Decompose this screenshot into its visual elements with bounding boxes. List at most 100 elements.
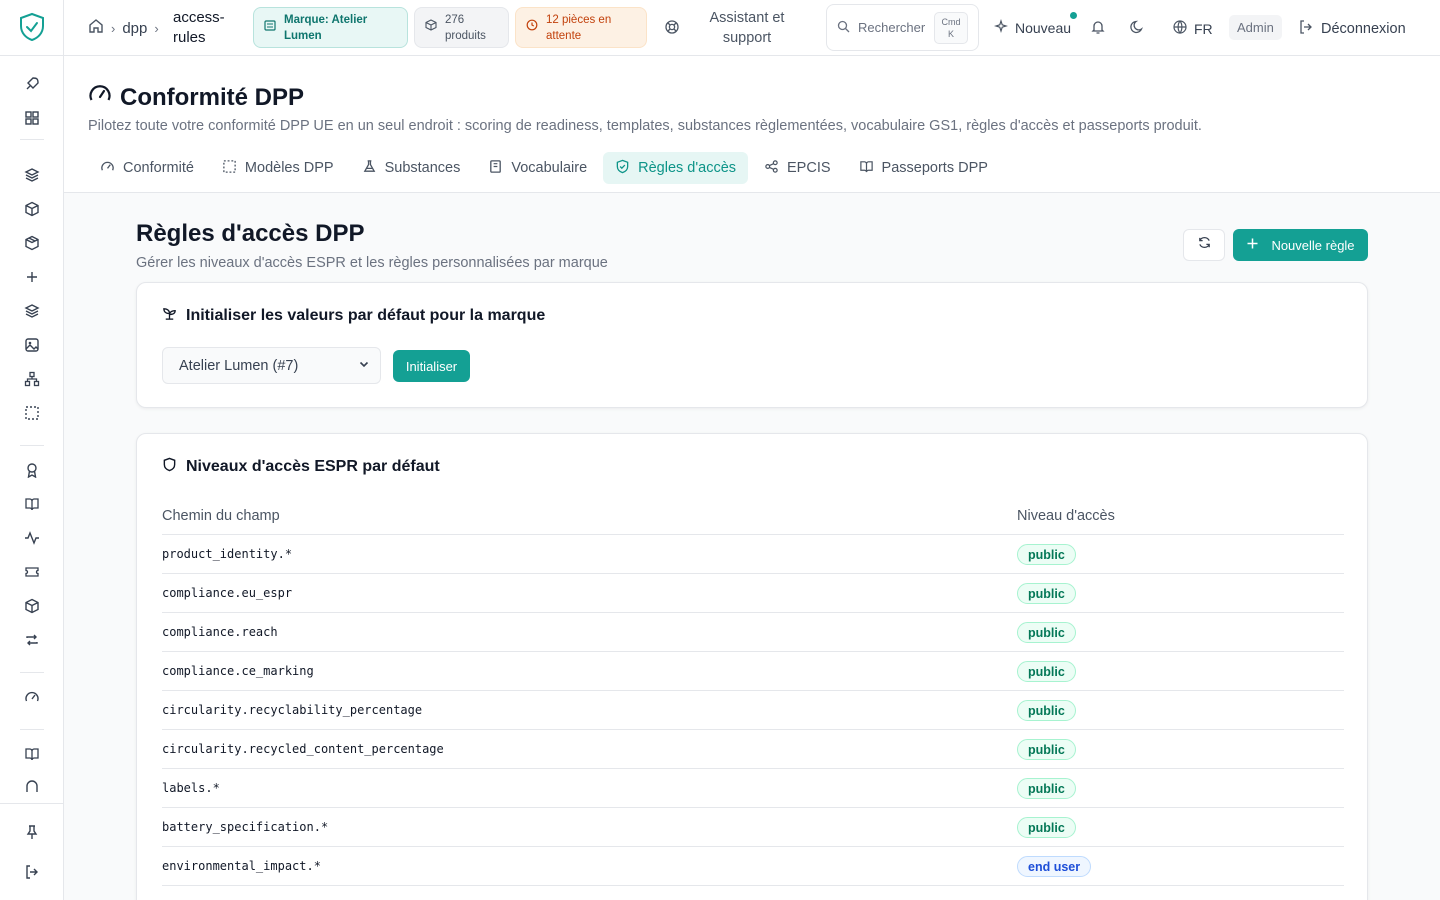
tab-substances[interactable]: Substances <box>350 152 473 184</box>
globe-icon <box>1172 19 1188 38</box>
tab-modeles[interactable]: Modèles DPP <box>210 152 346 184</box>
access-level-badge: public <box>1017 817 1076 838</box>
keyboard-shortcut: Cmd K <box>934 11 968 44</box>
breadcrumb-current-line: access- <box>173 9 225 26</box>
access-level-badge: public <box>1017 583 1076 604</box>
tab-epcis[interactable]: EPCIS <box>752 152 843 184</box>
field-path: circularity.recycled_content_percentage <box>162 742 444 756</box>
init-card-title-text: Initialiser les valeurs par défaut pour … <box>186 307 546 324</box>
page-header: Conformité DPP Pilotez toute votre confo… <box>64 56 1440 193</box>
page-title: Conformité DPP <box>88 82 304 113</box>
cube-icon[interactable] <box>22 596 42 616</box>
pending-chip[interactable]: 12 pièces en attente <box>515 7 647 48</box>
tab-passeports[interactable]: Passeports DPP <box>847 152 1000 184</box>
brand-select-value: Atelier Lumen (#7) <box>179 357 299 374</box>
clock-icon <box>526 19 538 36</box>
initialize-button[interactable]: Initialiser <box>393 350 470 382</box>
access-level-badge: public <box>1017 739 1076 760</box>
language-button[interactable]: FR <box>1172 19 1213 38</box>
table-row: battery_specification.* public <box>162 807 1344 846</box>
refresh-button[interactable] <box>1183 229 1225 261</box>
kbd-key: Cmd <box>941 16 961 27</box>
arch-icon[interactable] <box>22 776 42 796</box>
flask-icon <box>362 159 377 178</box>
field-path: compliance.reach <box>162 625 278 639</box>
cube-icon <box>425 19 437 36</box>
sidebar-divider <box>20 672 44 673</box>
layers-icon[interactable] <box>22 165 42 185</box>
award-icon[interactable] <box>22 460 42 480</box>
shield-icon <box>162 457 177 477</box>
pin-icon[interactable] <box>22 822 42 842</box>
book-icon[interactable] <box>22 494 42 514</box>
new-rule-button[interactable]: Nouvelle règle <box>1233 229 1368 261</box>
tab-label: Vocabulaire <box>511 160 588 176</box>
table-row: circularity.recycled_content_percentage p… <box>162 729 1344 768</box>
access-level-badge: public <box>1017 622 1076 643</box>
sidebar-logout-icon[interactable] <box>22 862 42 882</box>
breadcrumb-item-current: access- rules <box>173 8 225 48</box>
brand-select[interactable]: Atelier Lumen (#7) <box>162 347 381 384</box>
rocket-icon[interactable] <box>22 74 42 94</box>
whats-new-label: Nouveau <box>1015 20 1072 36</box>
kbd-key: K <box>947 28 954 39</box>
levels-card-title-text: Niveaux d'accès ESPR par défaut <box>186 458 440 475</box>
stack-icon[interactable] <box>22 301 42 321</box>
sidebar-divider <box>20 445 44 446</box>
box-icon[interactable] <box>22 199 42 219</box>
table-row: circularity.recyclability_percentage publ… <box>162 690 1344 729</box>
support-lifebuoy-icon[interactable] <box>664 19 680 35</box>
table-row: compliance.ce_marking public <box>162 651 1344 690</box>
activity-icon[interactable] <box>22 528 42 548</box>
language-label: FR <box>1194 20 1213 37</box>
search-button[interactable]: Rechercher Cmd K <box>826 4 979 51</box>
logout-button[interactable]: Déconnexion <box>1298 19 1406 39</box>
page-description: Pilotez toute votre conformité DPP UE en… <box>88 118 1202 134</box>
page-title-text: Conformité DPP <box>120 83 305 111</box>
pending-chip-text: 12 pièces en attente <box>546 12 611 44</box>
package-icon[interactable] <box>22 233 42 253</box>
brand-chip-line: Marque: Atelier <box>284 13 368 26</box>
book-icon <box>488 159 503 178</box>
support-line: support <box>722 30 772 46</box>
plus-icon[interactable] <box>22 267 42 287</box>
gauge-icon[interactable] <box>22 687 42 707</box>
pending-line: 12 pièces en <box>546 13 612 26</box>
open-book-icon[interactable] <box>22 744 42 764</box>
table-row: compliance.reach public <box>162 612 1344 651</box>
access-level-badge: public <box>1017 544 1076 565</box>
bell-icon[interactable] <box>1090 19 1106 35</box>
tab-regles-acces[interactable]: Règles d'accès <box>603 152 749 184</box>
whats-new-button[interactable]: Nouveau <box>994 19 1071 37</box>
tab-label: Substances <box>384 160 461 176</box>
new-rule-label: Nouvelle règle <box>1271 237 1355 253</box>
dashed-square-icon[interactable] <box>22 403 42 423</box>
image-icon[interactable] <box>22 335 42 355</box>
tab-label: Passeports DPP <box>881 160 988 176</box>
brand-chip[interactable]: Marque: Atelier Lumen <box>253 7 408 48</box>
breadcrumb-item-dpp[interactable]: dpp <box>122 20 147 37</box>
products-count: 276 <box>445 13 465 26</box>
tab-vocabulaire[interactable]: Vocabulaire <box>476 152 599 184</box>
dashboard-icon[interactable] <box>22 108 42 128</box>
moon-icon[interactable] <box>1129 19 1145 35</box>
breadcrumb: › dpp › <box>88 18 166 39</box>
shield-logo-icon[interactable] <box>18 12 46 42</box>
tab-conformite[interactable]: Conformité <box>88 152 206 184</box>
chevron-right-icon: › <box>154 21 159 36</box>
template-icon <box>222 159 237 178</box>
top-bar: › dpp › access- rules Marque: Atelier Lum… <box>64 0 1440 56</box>
sidebar-divider <box>20 139 44 140</box>
sidebar-divider <box>20 729 44 730</box>
table-row: product_identity.* public <box>162 534 1344 573</box>
sidebar-divider <box>0 803 64 804</box>
sidebar-divider <box>0 55 64 56</box>
ticket-icon[interactable] <box>22 562 42 582</box>
network-icon[interactable] <box>22 369 42 389</box>
home-icon[interactable] <box>88 18 104 39</box>
section-title: Règles d'accès DPP <box>136 220 365 247</box>
support-button[interactable]: Assistant et support <box>695 8 799 48</box>
tab-label: Conformité <box>123 160 194 176</box>
repeat-icon[interactable] <box>22 630 42 650</box>
products-chip[interactable]: 276 produits <box>414 7 509 48</box>
